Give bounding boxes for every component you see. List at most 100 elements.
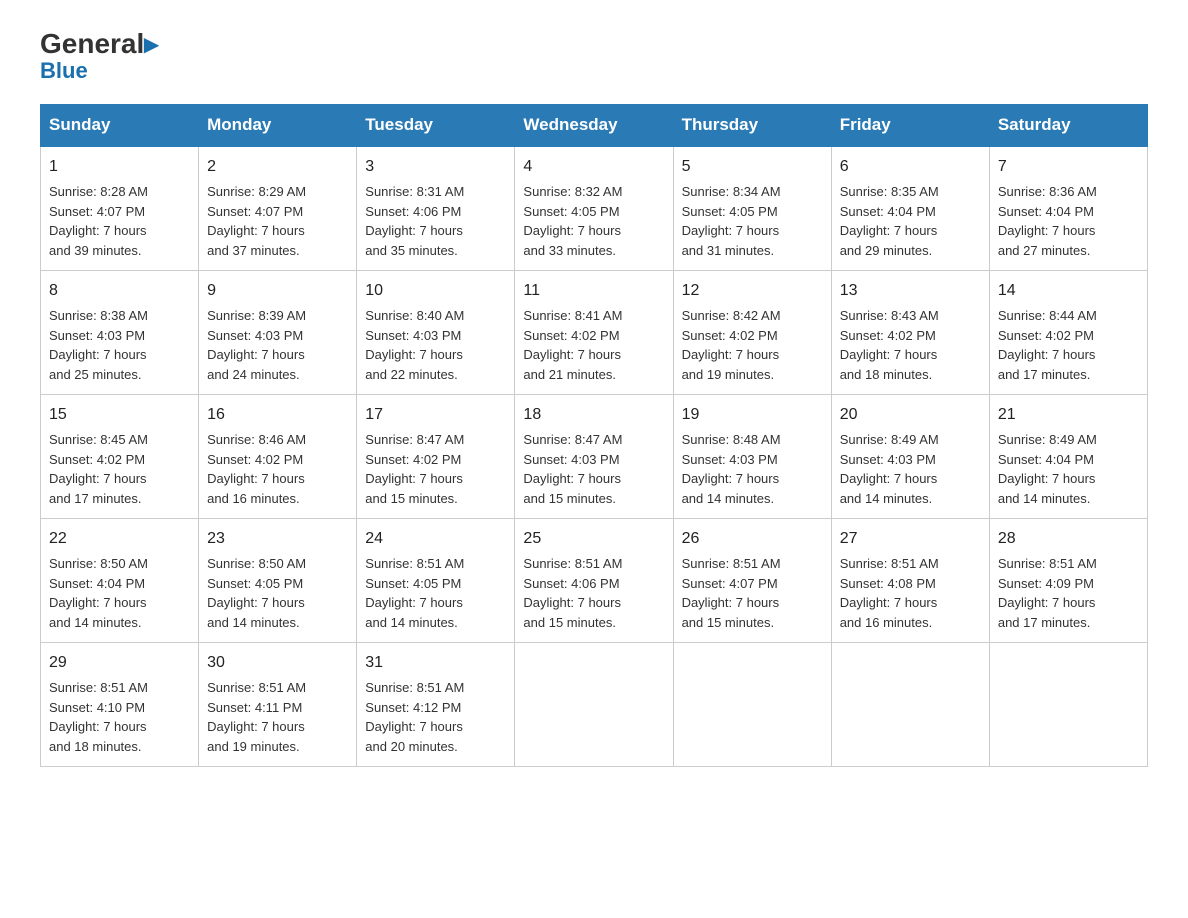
day-info: Sunrise: 8:51 AMSunset: 4:05 PMDaylight:… xyxy=(365,554,506,632)
day-info: Sunrise: 8:49 AMSunset: 4:03 PMDaylight:… xyxy=(840,430,981,508)
day-info: Sunrise: 8:47 AMSunset: 4:02 PMDaylight:… xyxy=(365,430,506,508)
day-info: Sunrise: 8:50 AMSunset: 4:05 PMDaylight:… xyxy=(207,554,348,632)
day-cell: 1 Sunrise: 8:28 AMSunset: 4:07 PMDayligh… xyxy=(41,146,199,271)
day-cell: 25 Sunrise: 8:51 AMSunset: 4:06 PMDaylig… xyxy=(515,519,673,643)
day-number: 2 xyxy=(207,155,348,179)
day-number: 18 xyxy=(523,403,664,427)
day-number: 10 xyxy=(365,279,506,303)
day-cell: 20 Sunrise: 8:49 AMSunset: 4:03 PMDaylig… xyxy=(831,395,989,519)
weekday-header-sunday: Sunday xyxy=(41,105,199,147)
day-info: Sunrise: 8:48 AMSunset: 4:03 PMDaylight:… xyxy=(682,430,823,508)
day-info: Sunrise: 8:31 AMSunset: 4:06 PMDaylight:… xyxy=(365,182,506,260)
day-number: 23 xyxy=(207,527,348,551)
day-info: Sunrise: 8:36 AMSunset: 4:04 PMDaylight:… xyxy=(998,182,1139,260)
day-number: 21 xyxy=(998,403,1139,427)
day-cell: 21 Sunrise: 8:49 AMSunset: 4:04 PMDaylig… xyxy=(989,395,1147,519)
day-cell xyxy=(831,643,989,767)
day-number: 4 xyxy=(523,155,664,179)
day-info: Sunrise: 8:29 AMSunset: 4:07 PMDaylight:… xyxy=(207,182,348,260)
day-cell: 31 Sunrise: 8:51 AMSunset: 4:12 PMDaylig… xyxy=(357,643,515,767)
day-cell: 5 Sunrise: 8:34 AMSunset: 4:05 PMDayligh… xyxy=(673,146,831,271)
day-info: Sunrise: 8:46 AMSunset: 4:02 PMDaylight:… xyxy=(207,430,348,508)
week-row-2: 8 Sunrise: 8:38 AMSunset: 4:03 PMDayligh… xyxy=(41,271,1148,395)
day-cell xyxy=(989,643,1147,767)
day-info: Sunrise: 8:39 AMSunset: 4:03 PMDaylight:… xyxy=(207,306,348,384)
day-info: Sunrise: 8:42 AMSunset: 4:02 PMDaylight:… xyxy=(682,306,823,384)
weekday-header-tuesday: Tuesday xyxy=(357,105,515,147)
day-info: Sunrise: 8:44 AMSunset: 4:02 PMDaylight:… xyxy=(998,306,1139,384)
day-number: 24 xyxy=(365,527,506,551)
day-number: 16 xyxy=(207,403,348,427)
day-cell: 8 Sunrise: 8:38 AMSunset: 4:03 PMDayligh… xyxy=(41,271,199,395)
day-number: 15 xyxy=(49,403,190,427)
weekday-header-saturday: Saturday xyxy=(989,105,1147,147)
day-cell: 24 Sunrise: 8:51 AMSunset: 4:05 PMDaylig… xyxy=(357,519,515,643)
day-info: Sunrise: 8:40 AMSunset: 4:03 PMDaylight:… xyxy=(365,306,506,384)
logo-general-text: General▸ xyxy=(40,30,158,58)
day-cell: 16 Sunrise: 8:46 AMSunset: 4:02 PMDaylig… xyxy=(199,395,357,519)
day-cell: 18 Sunrise: 8:47 AMSunset: 4:03 PMDaylig… xyxy=(515,395,673,519)
day-info: Sunrise: 8:28 AMSunset: 4:07 PMDaylight:… xyxy=(49,182,190,260)
day-info: Sunrise: 8:51 AMSunset: 4:08 PMDaylight:… xyxy=(840,554,981,632)
day-cell: 14 Sunrise: 8:44 AMSunset: 4:02 PMDaylig… xyxy=(989,271,1147,395)
day-info: Sunrise: 8:41 AMSunset: 4:02 PMDaylight:… xyxy=(523,306,664,384)
day-number: 28 xyxy=(998,527,1139,551)
weekday-header-monday: Monday xyxy=(199,105,357,147)
logo: General▸ Blue xyxy=(40,30,158,84)
day-cell: 22 Sunrise: 8:50 AMSunset: 4:04 PMDaylig… xyxy=(41,519,199,643)
day-number: 31 xyxy=(365,651,506,675)
logo-blue-text: Blue xyxy=(40,58,88,84)
day-number: 5 xyxy=(682,155,823,179)
day-number: 22 xyxy=(49,527,190,551)
day-cell: 3 Sunrise: 8:31 AMSunset: 4:06 PMDayligh… xyxy=(357,146,515,271)
day-cell: 4 Sunrise: 8:32 AMSunset: 4:05 PMDayligh… xyxy=(515,146,673,271)
calendar-body: 1 Sunrise: 8:28 AMSunset: 4:07 PMDayligh… xyxy=(41,146,1148,767)
day-cell: 26 Sunrise: 8:51 AMSunset: 4:07 PMDaylig… xyxy=(673,519,831,643)
day-number: 26 xyxy=(682,527,823,551)
day-info: Sunrise: 8:45 AMSunset: 4:02 PMDaylight:… xyxy=(49,430,190,508)
day-info: Sunrise: 8:49 AMSunset: 4:04 PMDaylight:… xyxy=(998,430,1139,508)
day-cell: 19 Sunrise: 8:48 AMSunset: 4:03 PMDaylig… xyxy=(673,395,831,519)
day-info: Sunrise: 8:51 AMSunset: 4:11 PMDaylight:… xyxy=(207,678,348,756)
day-number: 17 xyxy=(365,403,506,427)
day-number: 30 xyxy=(207,651,348,675)
day-number: 19 xyxy=(682,403,823,427)
week-row-5: 29 Sunrise: 8:51 AMSunset: 4:10 PMDaylig… xyxy=(41,643,1148,767)
page-header: General▸ Blue xyxy=(40,30,1148,84)
day-cell: 12 Sunrise: 8:42 AMSunset: 4:02 PMDaylig… xyxy=(673,271,831,395)
day-number: 3 xyxy=(365,155,506,179)
day-cell: 10 Sunrise: 8:40 AMSunset: 4:03 PMDaylig… xyxy=(357,271,515,395)
day-cell: 27 Sunrise: 8:51 AMSunset: 4:08 PMDaylig… xyxy=(831,519,989,643)
weekday-header-thursday: Thursday xyxy=(673,105,831,147)
day-number: 27 xyxy=(840,527,981,551)
logo-triangle-icon: ▸ xyxy=(144,28,158,59)
day-cell: 17 Sunrise: 8:47 AMSunset: 4:02 PMDaylig… xyxy=(357,395,515,519)
day-info: Sunrise: 8:32 AMSunset: 4:05 PMDaylight:… xyxy=(523,182,664,260)
calendar-header: SundayMondayTuesdayWednesdayThursdayFrid… xyxy=(41,105,1148,147)
day-info: Sunrise: 8:51 AMSunset: 4:12 PMDaylight:… xyxy=(365,678,506,756)
day-cell: 28 Sunrise: 8:51 AMSunset: 4:09 PMDaylig… xyxy=(989,519,1147,643)
day-info: Sunrise: 8:51 AMSunset: 4:06 PMDaylight:… xyxy=(523,554,664,632)
day-cell: 13 Sunrise: 8:43 AMSunset: 4:02 PMDaylig… xyxy=(831,271,989,395)
day-info: Sunrise: 8:51 AMSunset: 4:07 PMDaylight:… xyxy=(682,554,823,632)
day-number: 9 xyxy=(207,279,348,303)
day-cell: 7 Sunrise: 8:36 AMSunset: 4:04 PMDayligh… xyxy=(989,146,1147,271)
day-info: Sunrise: 8:47 AMSunset: 4:03 PMDaylight:… xyxy=(523,430,664,508)
day-cell: 23 Sunrise: 8:50 AMSunset: 4:05 PMDaylig… xyxy=(199,519,357,643)
day-number: 8 xyxy=(49,279,190,303)
day-cell xyxy=(673,643,831,767)
calendar-table: SundayMondayTuesdayWednesdayThursdayFrid… xyxy=(40,104,1148,767)
day-info: Sunrise: 8:51 AMSunset: 4:09 PMDaylight:… xyxy=(998,554,1139,632)
week-row-1: 1 Sunrise: 8:28 AMSunset: 4:07 PMDayligh… xyxy=(41,146,1148,271)
day-info: Sunrise: 8:34 AMSunset: 4:05 PMDaylight:… xyxy=(682,182,823,260)
day-number: 13 xyxy=(840,279,981,303)
day-info: Sunrise: 8:51 AMSunset: 4:10 PMDaylight:… xyxy=(49,678,190,756)
day-cell: 9 Sunrise: 8:39 AMSunset: 4:03 PMDayligh… xyxy=(199,271,357,395)
day-number: 25 xyxy=(523,527,664,551)
day-info: Sunrise: 8:38 AMSunset: 4:03 PMDaylight:… xyxy=(49,306,190,384)
day-cell: 29 Sunrise: 8:51 AMSunset: 4:10 PMDaylig… xyxy=(41,643,199,767)
day-cell: 6 Sunrise: 8:35 AMSunset: 4:04 PMDayligh… xyxy=(831,146,989,271)
day-cell: 30 Sunrise: 8:51 AMSunset: 4:11 PMDaylig… xyxy=(199,643,357,767)
day-number: 11 xyxy=(523,279,664,303)
day-cell xyxy=(515,643,673,767)
